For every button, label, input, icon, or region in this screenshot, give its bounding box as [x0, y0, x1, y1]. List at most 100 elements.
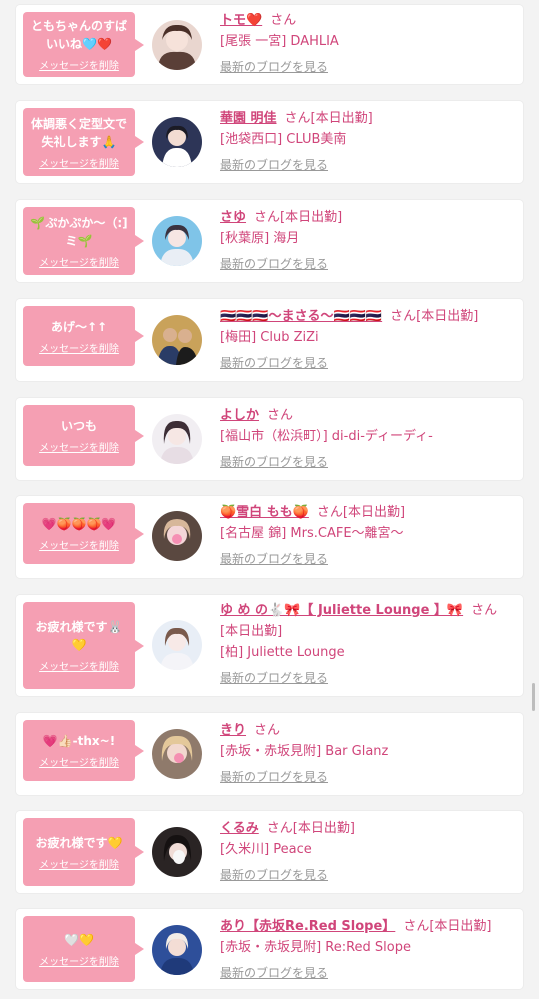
profile-info: 🍑雪白 もも🍑 さん[本日出勤] [名古屋 錦] Mrs.CAFE〜離宮〜 最新の…: [220, 502, 513, 567]
latest-blog-link[interactable]: 最新のブログを見る: [220, 866, 328, 883]
profile-info: あり【赤坂Re.Red Slope】 さん[本日出勤] [赤坂・赤坂見附] Re:…: [220, 916, 513, 981]
shop-name: [池袋西口] CLUB美南: [220, 132, 347, 147]
latest-blog-link[interactable]: 最新のブログを見る: [220, 669, 328, 686]
shop-name: [赤坂・赤坂見附] Re:Red Slope: [220, 940, 412, 955]
honorific: さん: [270, 13, 297, 28]
message-card: あげ〜↑↑ メッセージを削除 🇹🇭🇹🇭🇹🇭〜まさる〜🇹🇭🇹🇭🇹🇭 さん[本日出勤]…: [16, 299, 523, 381]
work-status: [本日出勤]: [310, 111, 373, 126]
avatar[interactable]: [152, 216, 202, 266]
profile-info: きり さん [赤坂・赤坂見附] Bar Glanz 最新のブログを見る: [220, 720, 513, 785]
message-text: ともちゃんのすばいいね🩵❤️: [30, 19, 127, 51]
avatar[interactable]: [152, 20, 202, 70]
message-bubble: お疲れ様です🐰💛 メッセージを削除: [23, 602, 144, 689]
message-card: 💗🍑🍑🍑💗 メッセージを削除 🍑雪白 もも🍑 さん[本日出勤] [名古屋 錦] M…: [16, 496, 523, 578]
delete-message-button[interactable]: メッセージを削除: [39, 254, 119, 269]
shop-name: [久米川] Peace: [220, 842, 312, 857]
work-status: [本日出勤]: [280, 210, 343, 225]
avatar[interactable]: [152, 315, 202, 365]
shop-name: [尾張 一宮] DAHLIA: [220, 34, 339, 49]
cast-name-link[interactable]: 華園 明佳: [220, 111, 277, 126]
honorific: さん: [471, 603, 498, 618]
scrollbar[interactable]: [532, 683, 535, 711]
cast-name-link[interactable]: さゆ: [220, 210, 246, 225]
message-bubble: 💗🍑🍑🍑💗 メッセージを削除: [23, 503, 144, 564]
message-card: お疲れ様です💛 メッセージを削除 くるみ さん[本日出勤] [久米川] Peace…: [16, 811, 523, 893]
work-status: [本日出勤]: [429, 919, 492, 934]
message-text: お疲れ様です🐰💛: [35, 620, 123, 652]
shop-name: [赤坂・赤坂見附] Bar Glanz: [220, 744, 389, 759]
work-status: [本日出勤]: [416, 309, 479, 324]
message-text: 💗🍑🍑🍑💗: [41, 517, 117, 531]
message-card: 🤍💛 メッセージを削除 あり【赤坂Re.Red Slope】 さん[本日出勤] […: [16, 909, 523, 989]
cast-name-link[interactable]: ゆ め の🐇🎀【 Juliette Lounge 】🎀: [220, 603, 463, 618]
profile-info: 華園 明佳 さん[本日出勤] [池袋西口] CLUB美南 最新のブログを見る: [220, 108, 513, 173]
latest-blog-link[interactable]: 最新のブログを見る: [220, 453, 328, 470]
honorific: さん: [254, 210, 281, 225]
message-bubble: 体調悪く定型文で失礼します🙏 メッセージを削除: [23, 108, 144, 176]
message-card: お疲れ様です🐰💛 メッセージを削除 ゆ め の🐇🎀【 Juliette Loun…: [16, 595, 523, 696]
work-status: [本日出勤]: [342, 505, 406, 520]
message-bubble: 💗👍🏻-thx~! メッセージを削除: [23, 720, 144, 781]
profile-info: トモ❤️ さん [尾張 一宮] DAHLIA 最新のブログを見る: [220, 10, 513, 75]
message-text: 体調悪く定型文で失礼します🙏: [30, 116, 127, 149]
delete-message-button[interactable]: メッセージを削除: [39, 537, 119, 552]
cast-name-link[interactable]: くるみ: [220, 821, 259, 836]
latest-blog-link[interactable]: 最新のブログを見る: [220, 354, 328, 371]
profile-info: よしか さん [福山市（松浜町）] di-di-ディーディ- 最新のブログを見る: [220, 405, 513, 470]
honorific: さん: [266, 821, 293, 836]
message-card: いつも メッセージを削除 よしか さん [福山市（松浜町）] di-di-ディーデ…: [16, 398, 523, 480]
latest-blog-link[interactable]: 最新のブログを見る: [220, 156, 328, 173]
latest-blog-link[interactable]: 最新のブログを見る: [220, 768, 328, 785]
message-text: 🌱ぷかぷか〜（:]ミ🌱: [30, 215, 128, 248]
delete-message-button[interactable]: メッセージを削除: [39, 754, 119, 769]
latest-blog-link[interactable]: 最新のブログを見る: [220, 964, 328, 981]
latest-blog-link[interactable]: 最新のブログを見る: [220, 255, 328, 272]
shop-name: [秋葉原] 海月: [220, 231, 300, 246]
avatar[interactable]: [152, 729, 202, 779]
profile-info: くるみ さん[本日出勤] [久米川] Peace 最新のブログを見る: [220, 818, 513, 883]
cast-name-link[interactable]: きり: [220, 723, 246, 738]
cast-name-link[interactable]: 🇹🇭🇹🇭🇹🇭〜まさる〜🇹🇭🇹🇭🇹🇭: [220, 309, 382, 324]
avatar[interactable]: [152, 117, 202, 167]
cast-name-link[interactable]: よしか: [220, 408, 259, 423]
message-text: 🤍💛: [64, 932, 94, 947]
delete-message-button[interactable]: メッセージを削除: [39, 658, 119, 673]
message-text: お疲れ様です💛: [35, 835, 123, 850]
message-card: 🌱ぷかぷか〜（:]ミ🌱 メッセージを削除 さゆ さん[本日出勤] [秋葉原] 海月…: [16, 200, 523, 282]
delete-message-button[interactable]: メッセージを削除: [39, 856, 119, 871]
profile-info: ゆ め の🐇🎀【 Juliette Lounge 】🎀 さん [本日出勤] [柏] …: [220, 600, 513, 686]
cast-name-link[interactable]: 🍑雪白 もも🍑: [220, 505, 309, 520]
message-bubble: 🤍💛 メッセージを削除: [23, 916, 144, 982]
latest-blog-link[interactable]: 最新のブログを見る: [220, 550, 328, 567]
profile-info: さゆ さん[本日出勤] [秋葉原] 海月 最新のブログを見る: [220, 207, 513, 272]
honorific: さん: [284, 111, 311, 126]
avatar[interactable]: [152, 414, 202, 464]
avatar[interactable]: [152, 925, 202, 975]
cast-name-link[interactable]: あり【赤坂Re.Red Slope】: [220, 919, 395, 934]
message-bubble: いつも メッセージを削除: [23, 405, 144, 466]
honorific: さん: [254, 723, 281, 738]
message-list: ともちゃんのすばいいね🩵❤️ メッセージを削除 トモ❤️ さん [尾張 一宮] D…: [0, 0, 539, 999]
work-status: [本日出勤]: [220, 624, 283, 639]
avatar[interactable]: [152, 827, 202, 877]
message-bubble: お疲れ様です💛 メッセージを削除: [23, 818, 144, 886]
message-text: いつも: [60, 419, 97, 433]
latest-blog-link[interactable]: 最新のブログを見る: [220, 58, 328, 75]
profile-info: 🇹🇭🇹🇭🇹🇭〜まさる〜🇹🇭🇹🇭🇹🇭 さん[本日出勤] [梅田] Club ZiZi…: [220, 306, 513, 371]
delete-message-button[interactable]: メッセージを削除: [39, 340, 119, 355]
honorific: さん: [316, 505, 343, 520]
message-card: 体調悪く定型文で失礼します🙏 メッセージを削除 華園 明佳 さん[本日出勤] [池…: [16, 101, 523, 183]
honorific: さん: [267, 408, 294, 423]
cast-name-link[interactable]: トモ❤️: [220, 13, 262, 28]
avatar[interactable]: [152, 620, 202, 670]
message-card: 💗👍🏻-thx~! メッセージを削除 きり さん [赤坂・赤坂見附] Bar Gl…: [16, 713, 523, 795]
honorific: さん: [390, 309, 417, 324]
shop-name: [福山市（松浜町）] di-di-ディーディ-: [220, 429, 433, 444]
delete-message-button[interactable]: メッセージを削除: [39, 155, 119, 170]
message-text: あげ〜↑↑: [50, 319, 108, 334]
delete-message-button[interactable]: メッセージを削除: [39, 953, 119, 968]
delete-message-button[interactable]: メッセージを削除: [39, 57, 119, 72]
shop-name: [名古屋 錦] Mrs.CAFE〜離宮〜: [220, 526, 404, 541]
delete-message-button[interactable]: メッセージを削除: [39, 439, 119, 454]
avatar[interactable]: [152, 511, 202, 561]
